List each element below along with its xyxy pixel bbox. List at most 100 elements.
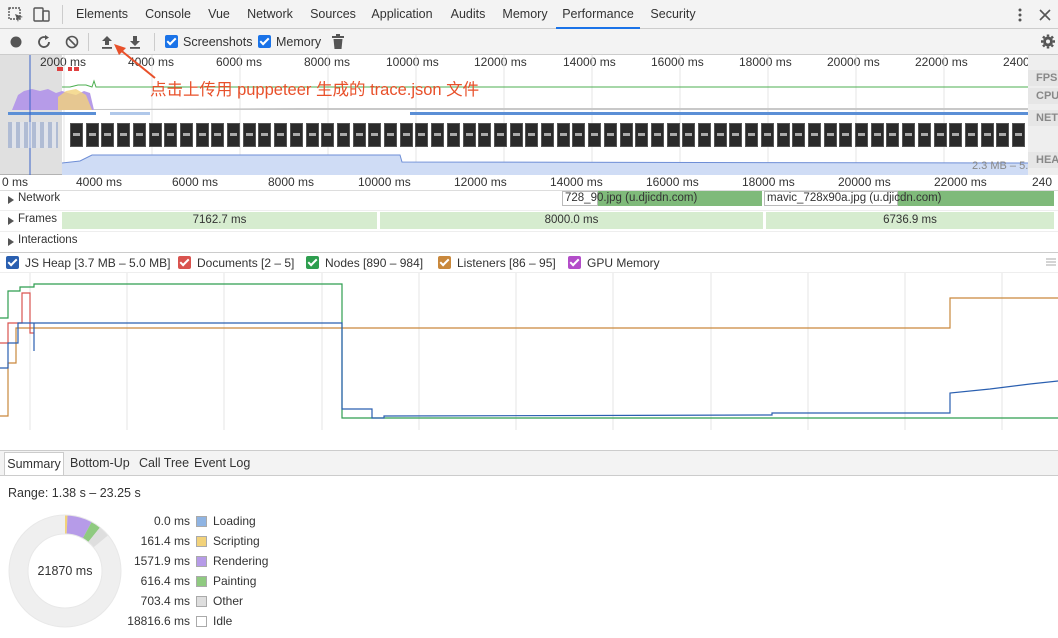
screenshot-thumbnail[interactable] <box>368 123 382 147</box>
more-tabs-icon[interactable] <box>1014 7 1026 23</box>
screenshot-strip[interactable] <box>70 122 1028 148</box>
screenshot-thumbnail[interactable] <box>666 123 680 147</box>
network-request-bar[interactable]: 728_90.jpg (u.djicdn.com) <box>562 191 762 206</box>
close-devtools-icon[interactable] <box>1038 7 1052 23</box>
tab-event-log[interactable]: Event Log <box>194 452 250 475</box>
screenshot-thumbnail[interactable] <box>996 123 1010 147</box>
screenshot-thumbnail[interactable] <box>478 123 492 147</box>
screenshot-thumbnail[interactable] <box>258 123 272 147</box>
tab-memory[interactable]: Memory <box>498 0 552 29</box>
screenshot-thumbnail[interactable] <box>336 123 350 147</box>
screenshot-thumbnail[interactable] <box>823 123 837 147</box>
screenshot-thumbnail[interactable] <box>211 123 225 147</box>
screenshot-thumbnail[interactable] <box>384 123 397 147</box>
network-request-bar[interactable]: mavic_728x90a.jpg (u.djicdn.com) <box>764 191 1054 206</box>
tab-application[interactable]: Application <box>366 0 438 29</box>
screenshot-thumbnail[interactable] <box>682 123 696 147</box>
screenshot-thumbnail[interactable] <box>807 123 821 147</box>
tab-bottom-up[interactable]: Bottom-Up <box>70 452 130 475</box>
tab-elements[interactable]: Elements <box>70 0 134 29</box>
screenshot-thumbnail[interactable] <box>132 123 146 147</box>
screenshot-thumbnail[interactable] <box>980 123 994 147</box>
screenshot-thumbnail[interactable] <box>352 123 366 147</box>
screenshot-thumbnail[interactable] <box>242 123 256 147</box>
tab-console[interactable]: Console <box>138 0 198 29</box>
clear-icon[interactable] <box>64 34 80 50</box>
screenshot-thumbnail[interactable] <box>431 123 445 147</box>
screenshot-thumbnail[interactable] <box>525 123 539 147</box>
screenshot-thumbnail[interactable] <box>179 123 193 147</box>
screenshot-thumbnail[interactable] <box>776 123 790 147</box>
screenshot-thumbnail[interactable] <box>650 123 664 147</box>
memory-checkbox[interactable] <box>258 35 271 48</box>
screenshot-thumbnail[interactable] <box>70 123 83 147</box>
screenshots-checkbox[interactable] <box>165 35 178 48</box>
tab-performance[interactable]: Performance <box>556 0 640 29</box>
screenshot-thumbnail[interactable] <box>85 123 99 147</box>
tab-vue[interactable]: Vue <box>202 0 236 29</box>
tab-call-tree[interactable]: Call Tree <box>139 452 189 475</box>
frame-bar[interactable]: 8000.0 ms <box>380 212 764 229</box>
screenshot-thumbnail[interactable] <box>886 123 900 147</box>
screenshot-thumbnail[interactable] <box>446 123 460 147</box>
screenshot-thumbnail[interactable] <box>462 123 476 147</box>
reload-record-icon[interactable] <box>36 34 52 50</box>
listeners-counter[interactable]: Listeners [86 – 95] <box>438 254 556 272</box>
network-track[interactable]: Network 728_90.jpg (u.djicdn.com) mavic_… <box>0 190 1058 211</box>
documents-counter[interactable]: Documents [2 – 5] <box>178 254 294 272</box>
frames-track[interactable]: Frames 7162.7 ms 8000.0 ms 6736.9 ms <box>0 211 1058 232</box>
screenshot-thumbnail[interactable] <box>713 123 727 147</box>
tab-audits[interactable]: Audits <box>442 0 494 29</box>
screenshot-thumbnail[interactable] <box>101 123 115 147</box>
screenshot-thumbnail[interactable] <box>635 123 649 147</box>
screenshot-thumbnail[interactable] <box>917 123 931 147</box>
interactions-track[interactable]: Interactions <box>0 232 1058 253</box>
tab-summary[interactable]: Summary <box>4 452 64 475</box>
screenshot-thumbnail[interactable] <box>603 123 617 147</box>
screenshot-thumbnail[interactable] <box>556 123 570 147</box>
gpu-memory-counter[interactable]: GPU Memory <box>568 254 660 272</box>
screenshot-thumbnail[interactable] <box>729 123 743 147</box>
record-icon[interactable] <box>9 35 23 49</box>
frame-bar[interactable]: 7162.7 ms <box>62 212 378 229</box>
inspect-element-icon[interactable] <box>8 7 24 23</box>
screenshot-thumbnail[interactable] <box>964 123 978 147</box>
screenshot-thumbnail[interactable] <box>902 123 916 147</box>
screenshot-thumbnail[interactable] <box>227 123 240 147</box>
device-toolbar-icon[interactable] <box>33 6 51 23</box>
screenshot-thumbnail[interactable] <box>572 123 586 147</box>
screenshot-thumbnail[interactable] <box>949 123 963 147</box>
screenshot-thumbnail[interactable] <box>619 123 633 147</box>
screenshot-thumbnail[interactable] <box>792 123 806 147</box>
screenshot-thumbnail[interactable] <box>933 123 947 147</box>
screenshot-thumbnail[interactable] <box>117 123 131 147</box>
tab-network[interactable]: Network <box>240 0 300 29</box>
screenshot-thumbnail[interactable] <box>698 123 711 147</box>
screenshot-thumbnail[interactable] <box>745 123 759 147</box>
screenshot-thumbnail[interactable] <box>870 123 884 147</box>
js-heap-counter[interactable]: JS Heap [3.7 MB – 5.0 MB] <box>6 254 170 272</box>
screenshot-thumbnail[interactable] <box>760 123 774 147</box>
collect-garbage-icon[interactable] <box>331 33 345 50</box>
screenshot-thumbnail[interactable] <box>289 123 303 147</box>
screenshot-thumbnail[interactable] <box>855 123 868 147</box>
screenshot-thumbnail[interactable] <box>509 123 523 147</box>
screenshot-thumbnail[interactable] <box>839 123 853 147</box>
screenshot-thumbnail[interactable] <box>541 123 554 147</box>
screenshot-thumbnail[interactable] <box>399 123 413 147</box>
tab-sources[interactable]: Sources <box>304 0 362 29</box>
capture-settings-icon[interactable] <box>1040 33 1056 50</box>
screenshot-thumbnail[interactable] <box>321 123 335 147</box>
screenshot-thumbnail[interactable] <box>195 123 209 147</box>
resize-handle-icon[interactable] <box>1046 258 1056 266</box>
screenshot-thumbnail[interactable] <box>415 123 429 147</box>
tab-security[interactable]: Security <box>644 0 702 29</box>
screenshot-thumbnail[interactable] <box>1012 123 1025 147</box>
frame-bar[interactable]: 6736.9 ms <box>766 212 1054 229</box>
screenshot-thumbnail[interactable] <box>274 123 288 147</box>
nodes-counter[interactable]: Nodes [890 – 984] <box>306 254 423 272</box>
screenshot-thumbnail[interactable] <box>148 123 162 147</box>
screenshot-thumbnail[interactable] <box>305 123 319 147</box>
screenshot-thumbnail[interactable] <box>493 123 507 147</box>
screenshot-thumbnail[interactable] <box>588 123 602 147</box>
